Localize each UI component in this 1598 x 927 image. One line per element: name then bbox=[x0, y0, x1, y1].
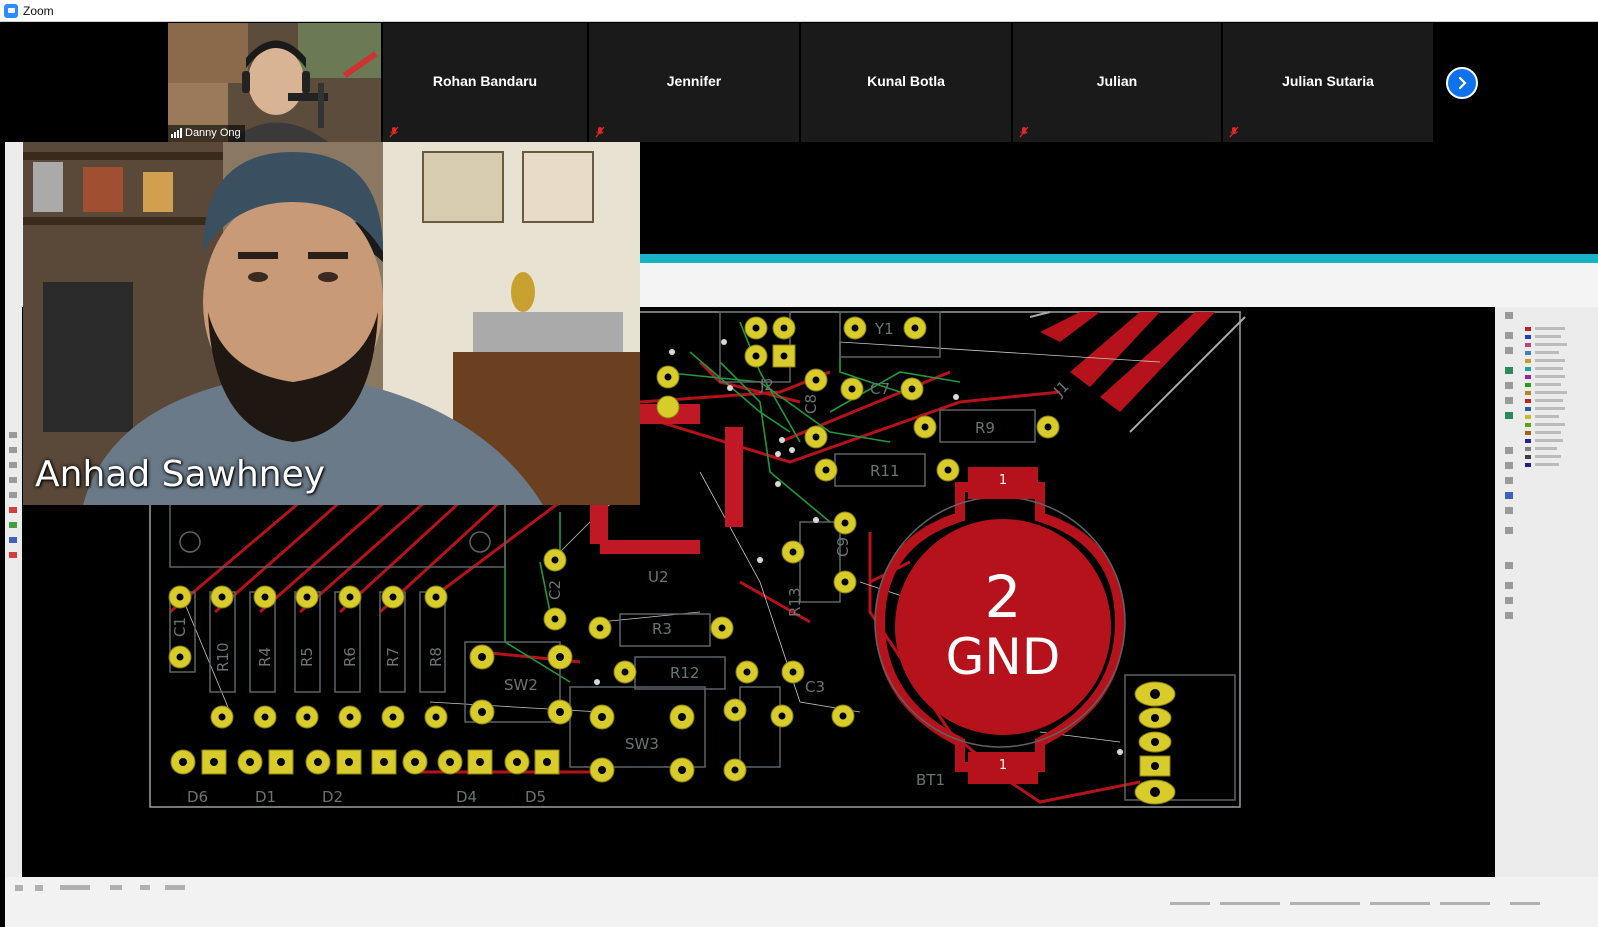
battery-pad-1-bottom: 1 bbox=[999, 758, 1007, 773]
ref-label: SW2 bbox=[504, 676, 538, 694]
battery-pad-net: GND bbox=[946, 628, 1061, 686]
ref-label: R7 bbox=[384, 647, 402, 667]
mic-muted-icon bbox=[1019, 126, 1029, 138]
ref-label: U2 bbox=[648, 568, 669, 586]
ref-label: R5 bbox=[298, 647, 316, 667]
ref-label: C3 bbox=[805, 678, 825, 696]
ref-label: D4 bbox=[456, 788, 477, 806]
mic-muted-icon bbox=[1229, 126, 1239, 138]
ref-label: R10 bbox=[214, 642, 232, 672]
participant-tile-julian[interactable]: Julian bbox=[1013, 23, 1221, 142]
participant-tile-jennifer[interactable]: Jennifer bbox=[589, 23, 799, 142]
ref-label: R11 bbox=[870, 462, 900, 480]
chevron-right-icon bbox=[1458, 76, 1467, 90]
ref-label: J2 bbox=[759, 376, 774, 394]
participant-tile-rohan-bandaru[interactable]: Rohan Bandaru bbox=[383, 23, 587, 142]
ref-label: C1 bbox=[171, 617, 189, 637]
participant-name-tag: Danny Ong bbox=[168, 125, 245, 142]
ref-label: D2 bbox=[322, 788, 343, 806]
participant-name: Julian bbox=[1096, 73, 1138, 89]
ref-label: R6 bbox=[341, 647, 359, 667]
battery-pad-number: 2 bbox=[985, 563, 1022, 631]
signal-strength-icon bbox=[171, 128, 182, 138]
speaker-video-feed bbox=[23, 142, 640, 505]
ref-label: R8 bbox=[427, 647, 445, 667]
ref-label: BT1 bbox=[916, 771, 945, 789]
ref-label: C2 bbox=[546, 580, 564, 600]
ref-label: Y1 bbox=[874, 320, 894, 338]
next-page-button[interactable] bbox=[1446, 67, 1478, 99]
ref-label: D5 bbox=[525, 788, 546, 806]
participant-name: Danny Ong bbox=[185, 127, 241, 139]
ref-label: D6 bbox=[187, 788, 208, 806]
participant-tile-julian-sutaria[interactable]: Julian Sutaria bbox=[1223, 23, 1433, 142]
ref-label: R13 bbox=[786, 587, 804, 617]
mic-muted-icon bbox=[595, 126, 605, 138]
ref-label: R12 bbox=[670, 664, 700, 682]
participant-name: Kunal Botla bbox=[867, 73, 945, 89]
ref-label: R4 bbox=[256, 647, 274, 667]
speaker-name-label: Anhad Sawhney bbox=[35, 454, 326, 495]
participant-tile-danny-ong[interactable]: Danny Ong bbox=[168, 23, 381, 142]
ref-label: R3 bbox=[652, 620, 672, 638]
ref-label: C8 bbox=[802, 394, 820, 414]
zoom-app-icon bbox=[4, 3, 18, 18]
active-speaker-video[interactable]: Anhad Sawhney bbox=[23, 142, 640, 505]
window-title: Zoom bbox=[23, 3, 54, 18]
participant-strip: Danny Ong Rohan Bandaru Jennifer Kunal B… bbox=[0, 23, 1598, 142]
ref-label: SW3 bbox=[625, 735, 659, 753]
ref-label: D1 bbox=[255, 788, 276, 806]
participant-name: Julian Sutaria bbox=[1282, 73, 1374, 89]
ref-label: R9 bbox=[975, 419, 995, 437]
participant-tile-kunal-botla[interactable]: Kunal Botla bbox=[801, 23, 1011, 142]
ref-label: C9 bbox=[834, 537, 852, 557]
mic-muted-icon bbox=[389, 126, 399, 138]
battery-pad-1-top: 1 bbox=[999, 473, 1007, 488]
participant-name: Rohan Bandaru bbox=[432, 73, 538, 89]
participant-name: Jennifer bbox=[666, 73, 722, 89]
title-bar: Zoom bbox=[0, 0, 1598, 22]
ref-label: C7 bbox=[870, 380, 890, 398]
